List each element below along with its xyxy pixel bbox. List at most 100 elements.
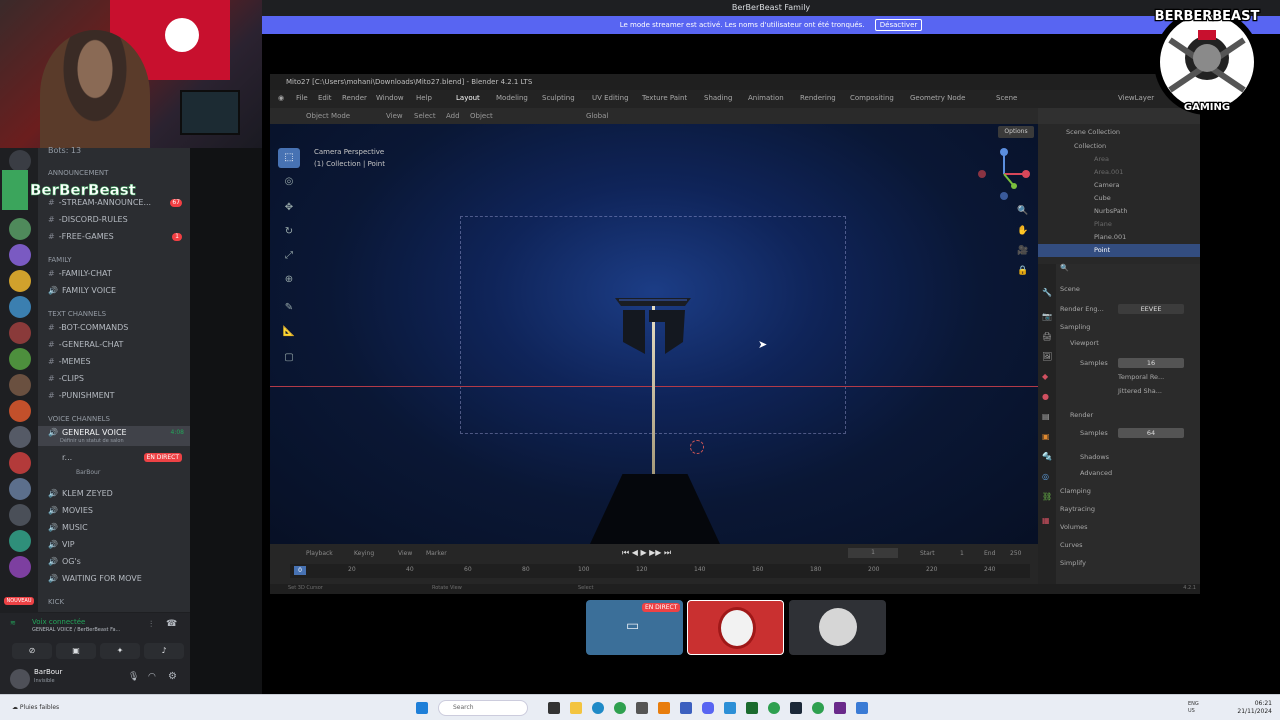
participant-tile-bot[interactable] [789, 600, 886, 655]
camera-view-icon[interactable]: 🎥 [1017, 246, 1028, 256]
collection-tab-icon[interactable]: ▤ [1042, 412, 1050, 421]
output-tab-icon[interactable]: 🖨 [1042, 332, 1052, 341]
category-voice-channels[interactable]: VOICE CHANNELS [38, 412, 190, 426]
simplify-panel[interactable]: Simplify [1060, 556, 1196, 570]
server-icon[interactable] [9, 270, 31, 292]
channel-family-voice[interactable]: 🔊 FAMILY VOICE [38, 284, 190, 298]
select-menu[interactable]: Select [414, 112, 436, 120]
soundboard-button[interactable]: ♪ [144, 643, 184, 659]
object-menu[interactable]: Object [470, 112, 493, 120]
edge-icon[interactable] [592, 702, 604, 714]
render-engine-dropdown[interactable]: EEVEE [1118, 304, 1184, 314]
channel-voice[interactable]: 🔊 WAITING FOR MOVE [38, 572, 190, 586]
channel-voice[interactable]: 🔊 OG's [38, 555, 190, 569]
outliner-item[interactable]: Collection [1038, 140, 1200, 153]
outliner-item[interactable]: Plane [1038, 218, 1200, 231]
lock-icon[interactable]: 🔒 [1017, 266, 1028, 276]
app-icon[interactable] [812, 702, 824, 714]
render-subpanel-header[interactable]: Render [1060, 408, 1196, 422]
app-icon[interactable] [856, 702, 868, 714]
keying-menu[interactable]: Keying [354, 550, 374, 557]
workspace-tab[interactable]: UV Editing [592, 94, 629, 102]
server-icon[interactable] [9, 244, 31, 266]
curves-panel[interactable]: Curves [1060, 538, 1196, 552]
workspace-tab[interactable]: Texture Paint [642, 94, 687, 102]
channel-family-chat[interactable]: # -FAMILY-CHAT [38, 267, 190, 281]
view-menu[interactable]: View [398, 550, 412, 557]
server-icon[interactable] [9, 218, 31, 240]
render-tab-icon[interactable]: 📷 [1042, 312, 1052, 321]
clamping-panel[interactable]: Clamping [1060, 484, 1196, 498]
microphone-icon[interactable]: 🎙 [128, 672, 139, 682]
raytracing-panel[interactable]: Raytracing [1060, 502, 1196, 516]
category-text-channels[interactable]: TEXT CHANNELS [38, 307, 190, 321]
discord-icon[interactable] [702, 702, 714, 714]
channel-discord-rules[interactable]: # -DISCORD-RULES [38, 213, 190, 227]
start-icon[interactable] [416, 702, 428, 714]
gear-icon[interactable]: ⚙ [168, 671, 177, 682]
measure-tool-icon[interactable]: 📐 [278, 322, 300, 342]
cursor-tool-icon[interactable]: ◎ [278, 172, 300, 192]
channel-punishment[interactable]: # -PUNISHMENT [38, 389, 190, 403]
outliner-item[interactable]: Area [1038, 153, 1200, 166]
search-input[interactable]: Search [438, 700, 528, 716]
server-icon[interactable] [9, 400, 31, 422]
properties-editor[interactable]: 🔧 📷 🖨 🖼 ◆ ● ▤ ▣ 🔩 ◎ ⛓ ▦ 🔍 Scene Render E… [1038, 264, 1200, 584]
options-button[interactable]: Options [998, 126, 1034, 138]
category-family[interactable]: FAMILY [38, 253, 190, 267]
view-menu[interactable]: View [386, 112, 403, 120]
server-icon[interactable] [9, 504, 31, 526]
app-icon[interactable] [834, 702, 846, 714]
outliner-item[interactable]: NurbsPath [1038, 205, 1200, 218]
shadows-panel[interactable]: Shadows [1060, 450, 1196, 464]
server-icon[interactable] [9, 322, 31, 344]
server-icon[interactable] [9, 374, 31, 396]
viewport-samples-field[interactable]: 16 [1118, 358, 1184, 368]
scale-tool-icon[interactable]: ⤢ [278, 246, 300, 266]
app-icon[interactable] [768, 702, 780, 714]
modifier-tab-icon[interactable]: 🔩 [1042, 452, 1052, 461]
workspace-tab[interactable]: Modeling [496, 94, 528, 102]
render-samples-field[interactable]: 64 [1118, 428, 1184, 438]
properties-search[interactable]: 🔍 [1060, 264, 1200, 276]
app-icon[interactable] [636, 702, 648, 714]
annotate-tool-icon[interactable]: ✎ [278, 298, 300, 318]
view-layer-tab-icon[interactable]: 🖼 [1042, 352, 1052, 361]
object-tab-icon[interactable]: ▣ [1042, 432, 1050, 441]
volumes-panel[interactable]: Volumes [1060, 520, 1196, 534]
menu-edit[interactable]: Edit [318, 94, 332, 102]
headset-icon[interactable]: ◠ [148, 672, 156, 682]
texture-tab-icon[interactable]: ▦ [1042, 516, 1050, 525]
menu-file[interactable]: File [296, 94, 308, 102]
server-icon[interactable] [9, 478, 31, 500]
task-view-icon[interactable] [548, 702, 560, 714]
timeline-ruler[interactable]: 0 20 40 60 80 100 120 140 160 180 200 22… [290, 564, 1030, 578]
channel-free-games[interactable]: # -FREE-GAMES 1 [38, 230, 190, 244]
workspace-tab[interactable]: Geometry Node [910, 94, 965, 102]
weather-widget[interactable]: ☁ Pluies faibles [12, 700, 59, 716]
server-icon[interactable] [9, 150, 31, 172]
channel-voice[interactable]: 🔊 KLEM ZEYED [38, 487, 190, 501]
temporal-reprojection-checkbox[interactable]: Temporal Re... [1118, 370, 1254, 384]
move-tool-icon[interactable]: ✥ [278, 198, 300, 218]
outliner[interactable]: Scene Collection Collection Area Area.00… [1038, 124, 1200, 264]
channel-bot-commands[interactable]: # -BOT-COMMANDS [38, 321, 190, 335]
participant-tile-screen-share[interactable]: ▭ EN DIRECT [586, 600, 683, 655]
voice-member[interactable]: BarBour [38, 466, 190, 480]
tool-tab-icon[interactable]: 🔧 [1042, 288, 1052, 297]
transform-tool-icon[interactable]: ⊕ [278, 270, 300, 290]
current-frame-field[interactable]: 1 [848, 548, 898, 558]
file-explorer-icon[interactable] [570, 702, 582, 714]
screen-share-button[interactable]: ▣ [56, 643, 96, 659]
avatar[interactable] [10, 669, 30, 689]
select-tool-icon[interactable]: ⬚ [278, 148, 300, 168]
language-indicator[interactable]: ENG US [1188, 701, 1199, 715]
blender-window[interactable]: Mito27 [C:\Users\mohani\Downloads\Mito27… [270, 74, 1200, 594]
noise-suppression-icon[interactable]: ⫶ [150, 620, 152, 630]
username[interactable]: BarBour [34, 668, 62, 676]
constraints-tab-icon[interactable]: ⛓ [1042, 492, 1052, 501]
outliner-item[interactable]: Cube [1038, 192, 1200, 205]
channel-general-chat[interactable]: # -GENERAL-CHAT [38, 338, 190, 352]
outliner-scene-collection[interactable]: Scene Collection [1038, 126, 1200, 139]
voice-connected-sub[interactable]: GENERAL VOICE / BerBerBeast Fa... [32, 627, 120, 633]
